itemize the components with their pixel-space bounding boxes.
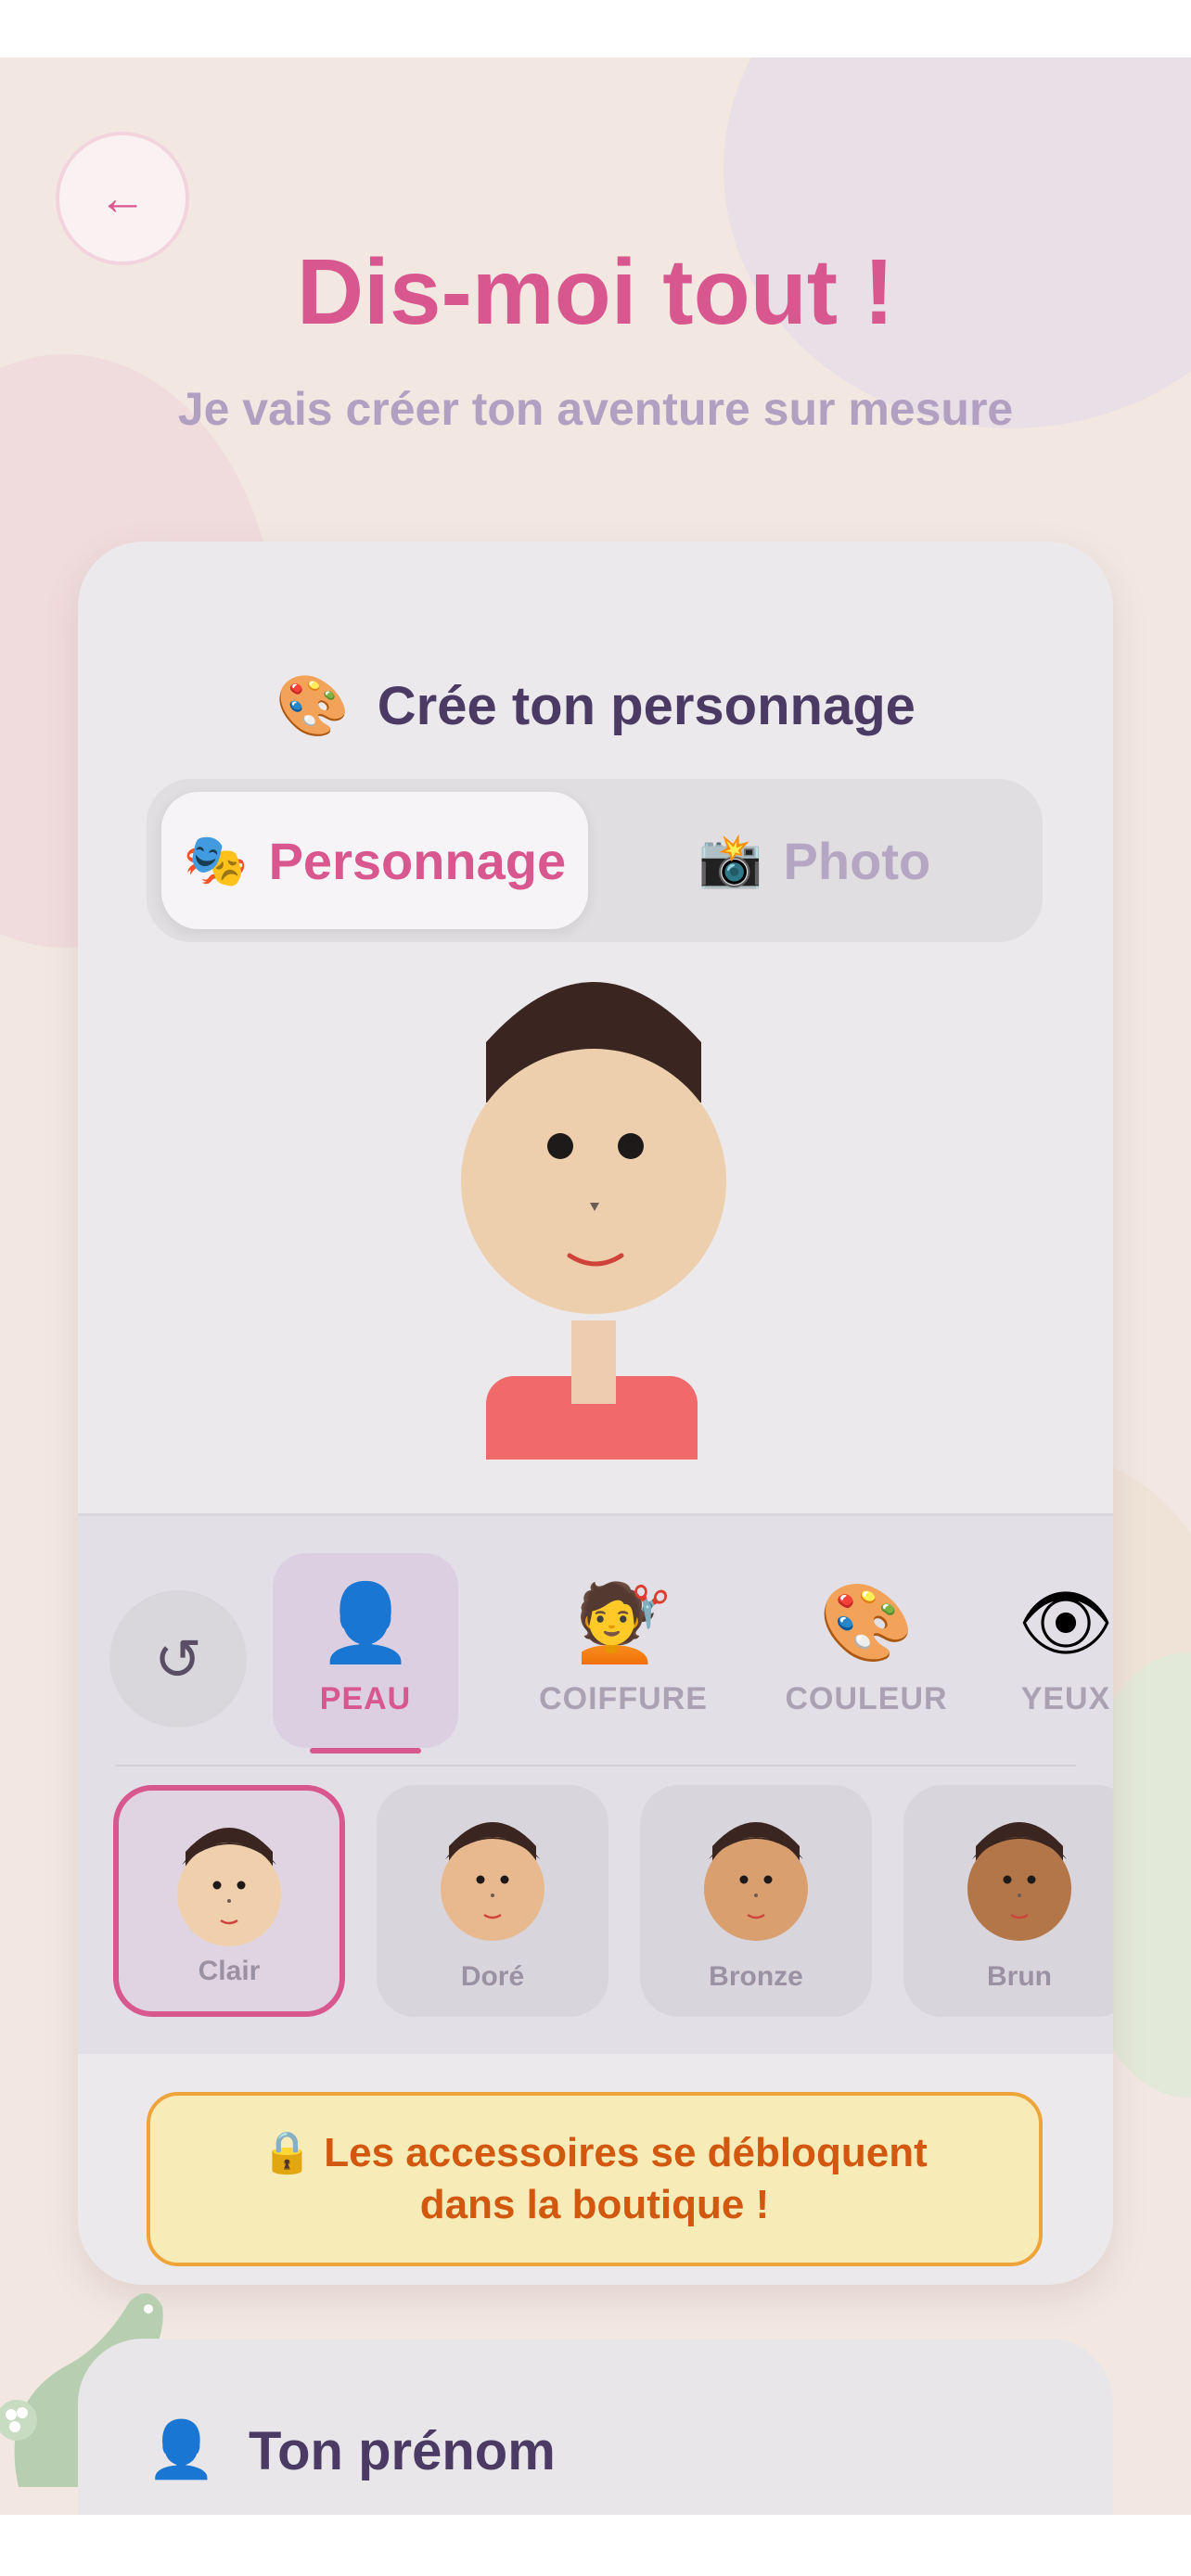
reset-icon: ↺ [154,1627,202,1692]
mode-toggle: 🎭 Personnage 📸 Photo [147,779,1043,942]
skin-option-brun[interactable]: Brun [903,1785,1113,2017]
skin-preview-icon [177,1828,281,1946]
skin-option-label: Brun [987,1961,1052,1992]
avatar-neck [571,1320,616,1404]
tab-label: COIFFURE [539,1681,708,1716]
lock-icon: 🔒 [262,2130,314,2175]
name-card: 👤 Ton prénom [78,2339,1113,2515]
avatar-preview [78,940,1113,1506]
theater-masks-icon: 🎭 [183,831,249,889]
character-card: 🎨 Crée ton personnage 🎭 Personnage 📸 Pho… [78,542,1113,2285]
tab-peau[interactable]: 👤 PEAU [273,1553,458,1753]
tab-label: YEUX [1020,1681,1111,1716]
skin-preview-icon [441,1822,544,1941]
palette-icon: 🎨 [275,672,350,739]
person-icon: 👤 [147,2418,216,2480]
haircut-icon: 💇 [575,1581,672,1665]
avatar-eye-left [547,1133,573,1159]
skin-option-dore[interactable]: Doré [377,1785,608,2017]
tab-yeux[interactable]: 👁 YEUX [996,1553,1113,1748]
skin-option-clair[interactable]: Clair [113,1785,345,2017]
active-indicator [310,1748,421,1753]
tab-label: PEAU [319,1681,412,1716]
skin-option-label: Bronze [709,1961,803,1992]
camera-icon: 📸 [698,831,763,889]
avatar-illustration [461,982,726,1506]
tab-photo[interactable]: 📸 Photo [601,792,1028,929]
divider [115,1765,1076,1766]
person-icon: 👤 [317,1581,414,1665]
palette-icon: 🎨 [818,1581,915,1665]
editor-panel: ↺ 👤 PEAU 💇 COIFFURE 🎨 COULEUR 👁 YEUX Cla… [78,1513,1113,2054]
skin-preview-icon [704,1822,808,1941]
card-title: Crée ton personnage [377,676,916,736]
card-header: 🎨 Crée ton personnage [78,671,1113,741]
lock-banner-line1: Les accessoires se débloquent [324,2130,928,2175]
app-screen: ← Dis-moi tout ! Je vais créer ton avent… [0,57,1191,2515]
page-subtitle: Je vais créer ton aventure sur mesure [177,383,1014,435]
tab-personnage[interactable]: 🎭 Personnage [161,792,588,929]
tab-label: Personnage [268,831,567,890]
lock-banner-line2: dans la boutique ! [419,2182,770,2227]
arrow-left-icon: ← [98,172,147,225]
skin-preview-icon [967,1822,1071,1941]
name-section-title: Ton prénom [249,2421,556,2481]
avatar-face [461,1049,726,1314]
tab-coiffure[interactable]: 💇 COIFFURE [512,1553,735,1748]
lock-banner: 🔒 Les accessoires se débloquent dans la … [147,2092,1043,2266]
skin-option-label: Clair [198,1956,261,1986]
avatar-eye-right [618,1133,644,1159]
tab-label: COULEUR [785,1681,948,1716]
skin-option-label: Doré [460,1961,525,1992]
tab-label: Photo [783,831,931,890]
eye-icon: 👁 [1017,1581,1113,1665]
tab-couleur[interactable]: 🎨 COULEUR [755,1553,978,1748]
page-title: Dis-moi tout ! [296,240,895,344]
reset-button[interactable]: ↺ [109,1590,247,1728]
skin-option-bronze[interactable]: Bronze [640,1785,872,2017]
